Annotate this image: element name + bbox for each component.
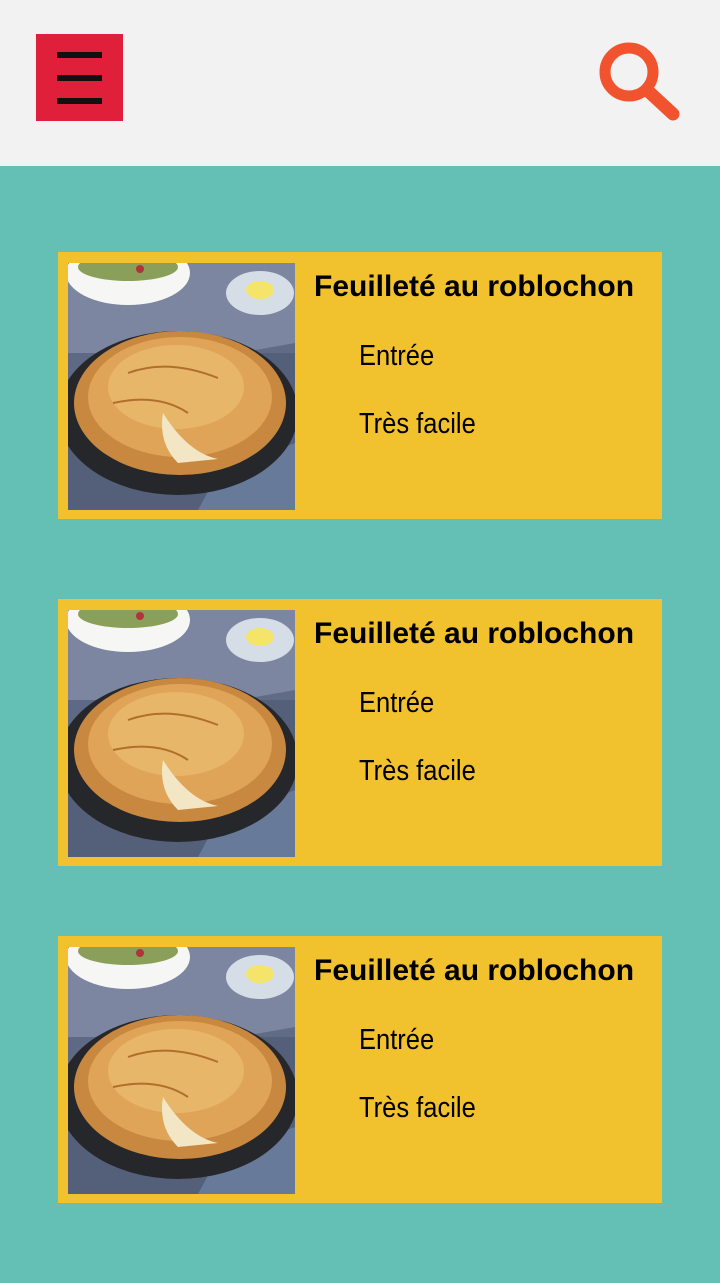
recipe-difficulty: Très facile bbox=[359, 755, 476, 787]
recipe-difficulty: Très facile bbox=[359, 1092, 476, 1124]
recipe-category: Entrée bbox=[359, 340, 435, 372]
magnifier-search-icon bbox=[599, 42, 680, 121]
recipe-category: Entrée bbox=[359, 1024, 435, 1056]
recipe-difficulty: Très facile bbox=[359, 408, 476, 440]
recipe-category: Entrée bbox=[359, 687, 435, 719]
recipe-list: Feuilleté au roblochon Entrée Très facil… bbox=[58, 252, 662, 1283]
recipe-card[interactable]: Feuilleté au roblochon Entrée Très facil… bbox=[58, 252, 662, 519]
recipe-title: Feuilleté au roblochon bbox=[314, 617, 635, 650]
recipe-photo bbox=[68, 610, 295, 857]
search-button[interactable] bbox=[596, 38, 684, 122]
menu-button[interactable] bbox=[36, 34, 123, 121]
recipe-photo bbox=[68, 263, 295, 510]
recipe-card[interactable]: Feuilleté au roblochon Entrée Très facil… bbox=[58, 936, 662, 1203]
recipe-title: Feuilleté au roblochon bbox=[314, 270, 635, 303]
app-header bbox=[0, 0, 720, 166]
recipe-title: Feuilleté au roblochon bbox=[314, 954, 635, 987]
recipe-card[interactable]: Feuilleté au roblochon Entrée Très facil… bbox=[58, 599, 662, 866]
recipe-photo bbox=[68, 947, 295, 1194]
